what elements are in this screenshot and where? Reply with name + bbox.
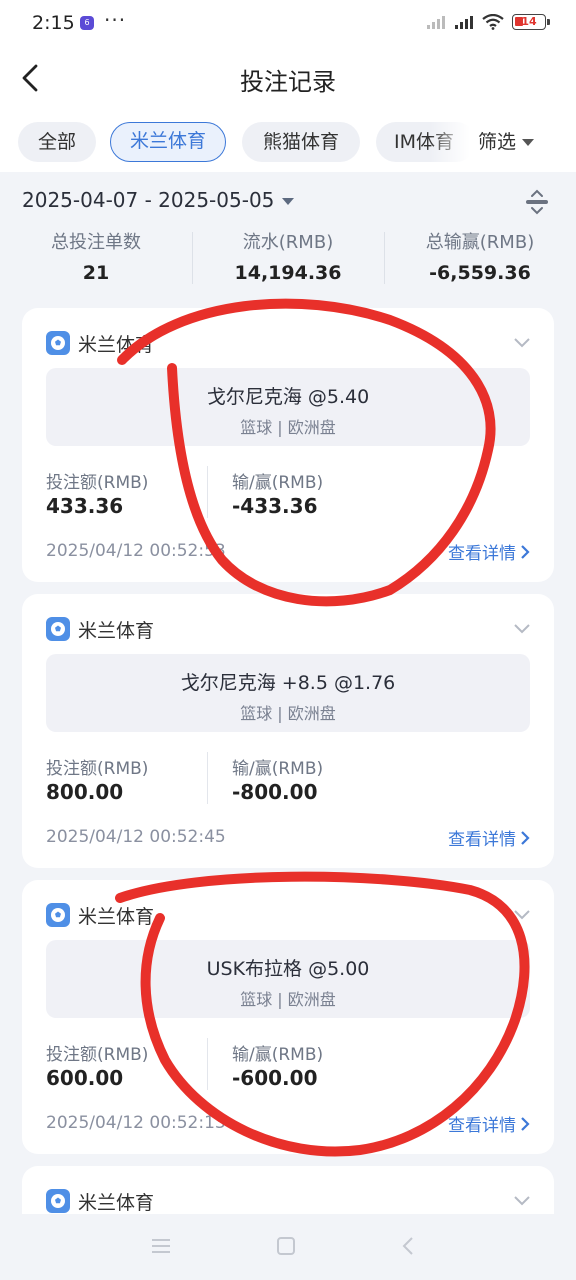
date-range-text: 2025-04-07 - 2025-05-05 — [22, 188, 275, 212]
status-time: 2:15 — [32, 12, 75, 34]
back-nav-icon[interactable] — [400, 1236, 416, 1256]
summary-total-bets: 总投注单数 21 — [0, 228, 192, 284]
view-details-link[interactable]: 查看详情 — [448, 825, 530, 850]
summary-stats: 总投注单数 21 流水(RMB) 14,194.36 总输赢(RMB) -6,5… — [0, 228, 576, 292]
bet-card[interactable]: 米兰体育 USK布拉格 @5.00 篮球 | 欧洲盘 投注额(RMB) 600.… — [22, 880, 554, 1154]
view-details-label: 查看详情 — [448, 544, 516, 564]
home-icon[interactable] — [276, 1236, 296, 1256]
status-indicators: 14 — [420, 14, 550, 30]
view-details-link[interactable]: 查看详情 — [448, 539, 530, 564]
chevron-down-icon[interactable] — [514, 338, 530, 348]
bet-timestamp: 2025/04/12 00:52:13 — [46, 1113, 226, 1133]
menu-icon[interactable] — [150, 1236, 172, 1256]
chevron-down-icon[interactable] — [514, 624, 530, 634]
match-info: USK布拉格 @5.00 篮球 | 欧洲盘 — [46, 940, 530, 1018]
expand-collapse-icon[interactable] — [524, 188, 550, 216]
card-header: 米兰体育 — [46, 1188, 154, 1214]
view-details-label: 查看详情 — [448, 1116, 516, 1136]
card-platform-name: 米兰体育 — [78, 1191, 155, 1214]
column-divider — [207, 466, 208, 518]
card-platform-name: 米兰体育 — [78, 905, 155, 928]
soccer-ball-icon — [46, 331, 70, 355]
signal-hd-icon — [455, 16, 473, 29]
stake-value: 800.00 — [46, 780, 124, 804]
win-loss-label: 输/赢(RMB) — [232, 1045, 324, 1065]
signal-icon — [427, 16, 445, 29]
column-divider — [207, 752, 208, 804]
win-loss-value: -433.36 — [232, 494, 318, 518]
stake-label: 投注额(RMB) — [46, 759, 149, 779]
stake-label: 投注额(RMB) — [46, 473, 149, 493]
soccer-ball-icon — [46, 1189, 70, 1213]
more-notifications-icon: ··· — [104, 8, 127, 32]
app-notification-icon: 6 — [80, 16, 94, 30]
match-info: 戈尔尼克海 +8.5 @1.76 篮球 | 欧洲盘 — [46, 654, 530, 732]
card-platform-name: 米兰体育 — [78, 619, 155, 642]
filter-button[interactable]: 筛选 — [470, 122, 535, 162]
summary-turnover: 流水(RMB) 14,194.36 — [192, 228, 384, 284]
view-details-label: 查看详情 — [448, 830, 516, 850]
match-sport-type: 篮球 | 欧洲盘 — [240, 418, 336, 437]
stake-value: 433.36 — [46, 494, 124, 518]
win-loss-value: -600.00 — [232, 1066, 318, 1090]
match-sport-type: 篮球 | 欧洲盘 — [240, 990, 336, 1009]
summary-value: -6,559.36 — [429, 262, 531, 284]
view-details-link[interactable]: 查看详情 — [448, 1111, 530, 1136]
platform-tabs: 全部 米兰体育 熊猫体育 IM体育 筛选 — [0, 106, 576, 172]
wifi-icon — [482, 14, 504, 30]
summary-value: 21 — [82, 262, 110, 284]
header: 投注记录 — [0, 50, 576, 106]
tab-all[interactable]: 全部 — [18, 122, 96, 162]
status-bar: 2:15 6 ··· 14 — [0, 0, 576, 50]
chevron-right-icon — [521, 1116, 530, 1131]
chevron-down-icon[interactable] — [514, 910, 530, 920]
chevron-down-icon — [282, 198, 295, 205]
summary-total-win-loss: 总输赢(RMB) -6,559.36 — [384, 228, 576, 284]
system-nav-bar — [0, 1214, 576, 1280]
summary-label: 总投注单数 — [51, 232, 141, 253]
page-title: 投注记录 — [240, 68, 336, 96]
card-header: 米兰体育 — [46, 902, 154, 928]
bet-card[interactable]: 米兰体育 戈尔尼克海 +8.5 @1.76 篮球 | 欧洲盘 投注额(RMB) … — [22, 594, 554, 868]
card-header: 米兰体育 — [46, 616, 154, 642]
tabs-fade — [430, 120, 470, 164]
card-platform-name: 米兰体育 — [78, 333, 155, 356]
stake-value: 600.00 — [46, 1066, 124, 1090]
filter-label: 筛选 — [478, 131, 517, 153]
win-loss-value: -800.00 — [232, 780, 318, 804]
chevron-right-icon — [521, 544, 530, 559]
win-loss-label: 输/赢(RMB) — [232, 473, 324, 493]
match-name: 戈尔尼克海 +8.5 @1.76 — [180, 672, 396, 694]
stake-label: 投注额(RMB) — [46, 1045, 149, 1065]
bet-card[interactable]: 米兰体育 戈尔尼克海 @5.40 篮球 | 欧洲盘 投注额(RMB) 433.3… — [22, 308, 554, 582]
match-sport-type: 篮球 | 欧洲盘 — [240, 704, 336, 723]
chevron-down-icon[interactable] — [514, 1196, 530, 1206]
column-divider — [207, 1038, 208, 1090]
match-name: USK布拉格 @5.00 — [206, 958, 370, 980]
tab-milan-sports[interactable]: 米兰体育 — [110, 122, 226, 162]
chevron-right-icon — [521, 830, 530, 845]
tab-panda-sports[interactable]: 熊猫体育 — [242, 122, 360, 162]
summary-value: 14,194.36 — [234, 262, 342, 284]
bet-card[interactable]: 米兰体育 — [22, 1166, 554, 1214]
bet-timestamp: 2025/04/12 00:52:45 — [46, 827, 226, 847]
summary-label: 流水(RMB) — [242, 232, 334, 253]
match-info: 戈尔尼克海 @5.40 篮球 | 欧洲盘 — [46, 368, 530, 446]
bet-timestamp: 2025/04/12 00:52:53 — [46, 541, 226, 561]
battery-icon: 14 — [512, 14, 550, 30]
summary-label: 总输赢(RMB) — [425, 232, 535, 253]
card-header: 米兰体育 — [46, 330, 154, 356]
soccer-ball-icon — [46, 903, 70, 927]
filter-caret-icon — [522, 139, 535, 146]
soccer-ball-icon — [46, 617, 70, 641]
date-range-selector[interactable]: 2025-04-07 - 2025-05-05 — [22, 188, 295, 212]
win-loss-label: 输/赢(RMB) — [232, 759, 324, 779]
match-name: 戈尔尼克海 @5.40 — [206, 386, 370, 408]
